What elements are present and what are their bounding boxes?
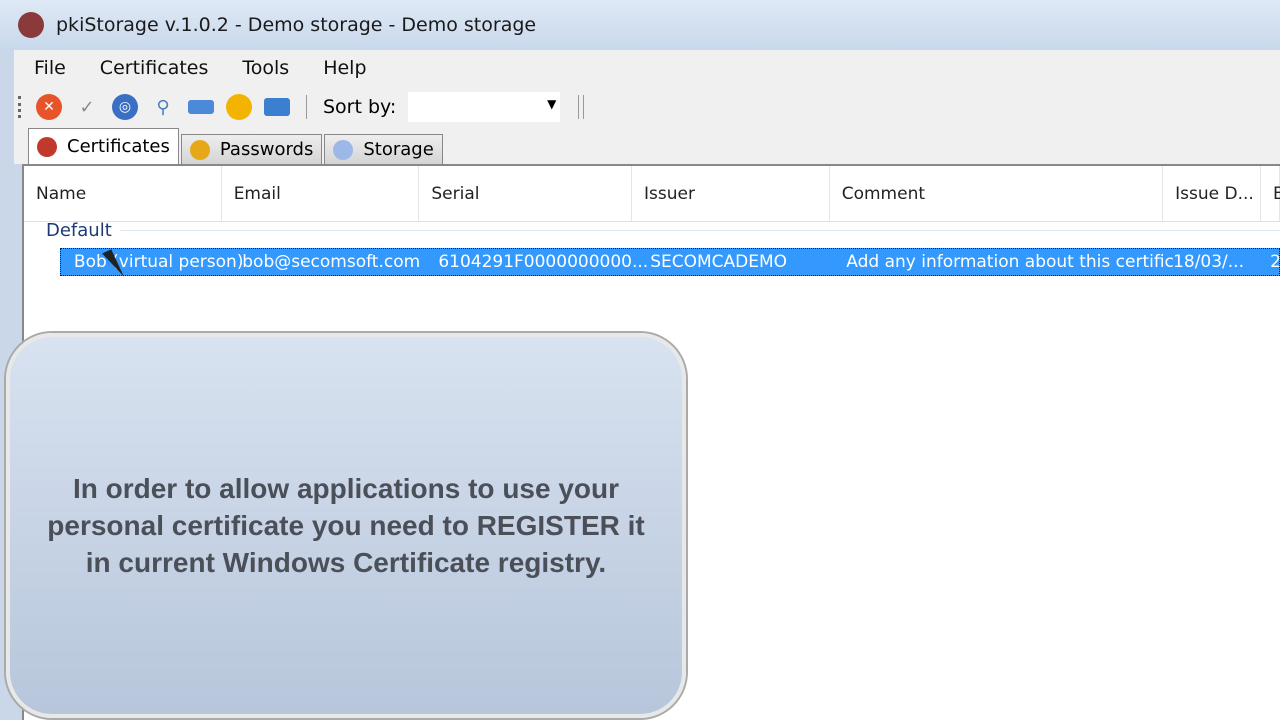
- menu-help[interactable]: Help: [323, 57, 366, 79]
- column-name[interactable]: Name: [24, 166, 222, 221]
- sort-label: Sort by:: [323, 96, 397, 118]
- title-bar: pkiStorage v.1.0.2 - Demo storage - Demo…: [0, 0, 1280, 50]
- toolbar-grip[interactable]: [18, 96, 22, 118]
- register-icon[interactable]: [264, 98, 290, 116]
- toolbar-separator: [578, 95, 580, 119]
- cell-expiry: 2: [1270, 252, 1280, 272]
- column-issuer[interactable]: Issuer: [632, 166, 830, 221]
- tab-label: Storage: [363, 139, 434, 160]
- column-email[interactable]: Email: [222, 166, 420, 221]
- cell-name: Bob (virtual person): [73, 252, 243, 272]
- verify-icon[interactable]: ✓: [74, 94, 100, 120]
- tab-storage[interactable]: Storage: [324, 134, 443, 164]
- cell-serial: 6104291F0000000000...: [438, 252, 649, 272]
- column-issue-date[interactable]: Issue D...: [1163, 166, 1262, 221]
- tutorial-callout: In order to allow applications to use yo…: [6, 333, 686, 718]
- list-header: Name Email Serial Issuer Comment Issue D…: [24, 166, 1280, 222]
- toolbar: ✕ ✓ ◎ ⚲ Sort by: ▼: [14, 86, 1280, 128]
- user-icon[interactable]: [226, 94, 252, 120]
- tab-certificates[interactable]: Certificates: [28, 128, 179, 164]
- app-logo-icon: [18, 12, 44, 38]
- database-icon: [333, 139, 354, 160]
- folder-icon[interactable]: [188, 100, 214, 114]
- table-row[interactable]: ⚲ Bob (virtual person) bob@secomsoft.com…: [24, 248, 1280, 276]
- cell-issue-date: 18/03/...: [1173, 252, 1244, 272]
- tab-label: Certificates: [67, 136, 170, 157]
- cell-email: bob@secomsoft.com: [242, 252, 421, 272]
- delete-icon[interactable]: ✕: [36, 94, 62, 120]
- column-expiry[interactable]: E: [1261, 166, 1280, 221]
- tab-bar: Certificates Passwords Storage: [14, 128, 1280, 164]
- column-comment[interactable]: Comment: [830, 166, 1164, 221]
- certificate-icon: [37, 136, 57, 157]
- toolbar-separator: [583, 95, 585, 119]
- toolbar-separator: [306, 95, 307, 119]
- tab-label: Passwords: [219, 139, 314, 160]
- cell-comment: Add any information about this certific.…: [846, 252, 1174, 272]
- menu-tools[interactable]: Tools: [242, 57, 289, 79]
- globe-icon[interactable]: ◎: [112, 94, 138, 120]
- menu-file[interactable]: File: [34, 57, 66, 79]
- callout-text: In order to allow applications to use yo…: [47, 473, 645, 578]
- user-icon: [189, 139, 210, 160]
- menu-certificates[interactable]: Certificates: [100, 57, 209, 79]
- cell-issuer: SECOMCADEMO: [650, 252, 788, 272]
- window-title: pkiStorage v.1.0.2 - Demo storage - Demo…: [56, 14, 537, 36]
- menu-bar: File Certificates Tools Help: [14, 50, 1280, 86]
- column-serial[interactable]: Serial: [419, 166, 633, 221]
- sort-dropdown[interactable]: ▼: [408, 92, 561, 122]
- chevron-down-icon: ▼: [547, 97, 557, 111]
- search-key-icon[interactable]: ⚲: [150, 94, 176, 120]
- tab-passwords[interactable]: Passwords: [180, 134, 323, 164]
